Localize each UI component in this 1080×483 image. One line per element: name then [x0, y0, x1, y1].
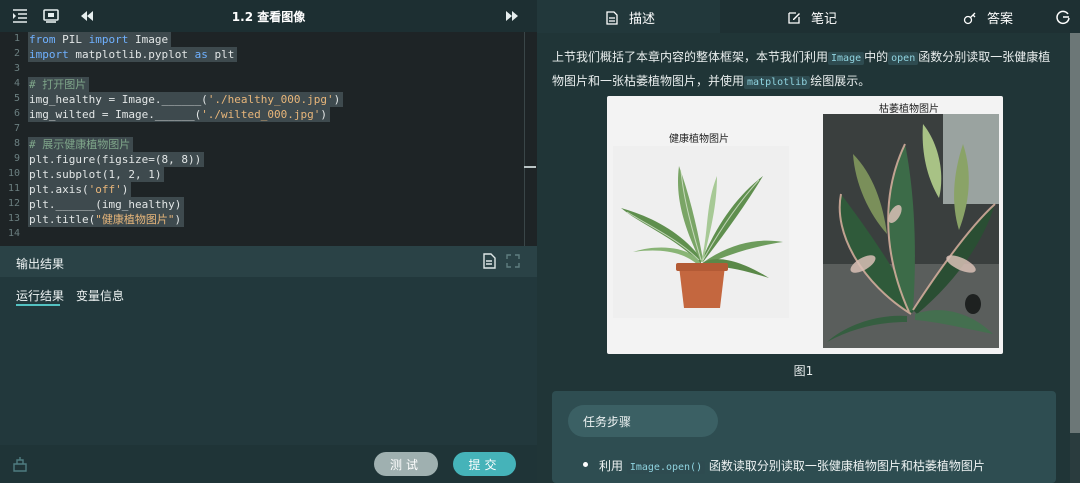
inline-code: open	[888, 52, 919, 65]
tab-run-result[interactable]: 运行结果	[16, 287, 64, 304]
test-button[interactable]: 测试	[374, 452, 438, 476]
line-number: 2	[13, 48, 20, 59]
code-line[interactable]: plt.figure(figsize=(8, 8))	[28, 152, 205, 167]
output-body: 运行结果 变量信息	[0, 277, 537, 445]
edit-icon	[788, 11, 800, 24]
code-line[interactable]	[28, 62, 35, 77]
code-line[interactable]	[28, 227, 35, 242]
code-line[interactable]: plt.axis('off')	[28, 182, 132, 197]
submit-button[interactable]: 提交	[453, 452, 516, 476]
editor-scrollbar[interactable]	[524, 32, 525, 246]
code-line[interactable]: import matplotlib.pyplot as plt	[28, 47, 238, 62]
code-line[interactable]: # 展示健康植物图片	[28, 137, 134, 152]
tab-variables[interactable]: 变量信息	[76, 287, 124, 304]
line-number: 9	[13, 153, 20, 164]
figure-caption-healthy: 健康植物图片	[669, 134, 729, 145]
document-icon	[606, 10, 618, 25]
line-number: 1	[13, 33, 20, 44]
bullet-icon	[583, 462, 588, 467]
output-title: 输出结果	[16, 257, 65, 271]
content-scrollbar-thumb[interactable]	[1070, 33, 1080, 433]
description-panel: 描述 笔记 答案 上节我们概括了本章内容的整体框架，本节我们利用 Image 中的 o…	[537, 0, 1080, 483]
code-editor[interactable]: 1 2 3 4 5 6 7 8 9 10 11 12 13 14 from PIL import Imag…	[0, 32, 537, 246]
scroll-marker	[524, 166, 536, 168]
refresh-icon[interactable]	[1054, 8, 1072, 26]
line-number: 5	[13, 93, 20, 104]
code-line[interactable]	[28, 122, 35, 137]
tab-answer[interactable]: 答案	[963, 8, 1013, 27]
line-number: 6	[13, 108, 20, 119]
tab-describe-label: 描述	[629, 12, 656, 27]
intro-text: 上节我们概括了本章内容的整体框架，本节我们利用 Image 中的 open 函数分别读取…	[552, 50, 1051, 89]
task-step-1: 利用 Image.open() 函数读取分别读取一张健康植物图片和枯萎植物图片	[599, 459, 985, 474]
figure-1: 健康植物图片 枯萎植物图片	[607, 96, 1003, 354]
wilted-plant-image	[823, 114, 999, 348]
active-tab-indicator	[16, 304, 60, 306]
inline-code: Image.open()	[626, 461, 706, 474]
tab-answer-label: 答案	[987, 12, 1014, 27]
line-number: 4	[13, 78, 20, 89]
right-tab-bar: 描述 笔记 答案	[537, 0, 1080, 33]
tab-notes[interactable]: 笔记	[787, 8, 837, 27]
build-icon[interactable]	[12, 456, 28, 472]
task-steps-box: 任务步骤 利用 Image.open() 函数读取分别读取一张健康植物图片和枯萎…	[552, 391, 1056, 483]
code-line[interactable]: img_wilted = Image.______('./wilted_000.…	[28, 107, 331, 122]
line-gutter: 1 2 3 4 5 6 7 8 9 10 11 12 13 14	[0, 32, 24, 246]
output-header: 输出结果	[0, 246, 537, 277]
line-number: 11	[7, 183, 20, 194]
code-panel: 1.2 查看图像 1 2 3 4 5 6 7 8 9 10 11 12 13 14 from PIL im…	[0, 0, 537, 483]
line-number: 10	[7, 168, 20, 179]
code-line[interactable]: # 打开图片	[28, 77, 90, 92]
line-number: 13	[7, 213, 20, 224]
line-number: 12	[7, 198, 20, 209]
line-number: 14	[7, 228, 20, 239]
document-icon[interactable]	[481, 252, 497, 270]
figure-caption-wilted: 枯萎植物图片	[879, 104, 939, 115]
next-icon[interactable]	[503, 7, 521, 25]
line-number: 3	[13, 63, 20, 74]
editor-toolbar: 1.2 查看图像	[0, 0, 537, 32]
line-number: 7	[13, 123, 20, 134]
healthy-plant-image	[613, 146, 789, 318]
tab-describe[interactable]: 描述	[605, 8, 655, 27]
key-icon	[963, 12, 976, 24]
code-line[interactable]: img_healthy = Image.______('./healthy_00…	[28, 92, 344, 107]
figure-label: 图1	[793, 364, 814, 378]
inline-code: matplotlib	[744, 76, 811, 89]
code-line[interactable]: plt.title("健康植物图片")	[28, 212, 185, 227]
code-line[interactable]: from PIL import Image	[28, 32, 172, 47]
expand-icon[interactable]	[505, 252, 521, 270]
task-steps-title: 任务步骤	[583, 415, 632, 429]
action-bar: 测试 提交	[0, 445, 537, 483]
file-title: 1.2 查看图像	[231, 10, 306, 24]
line-number: 8	[13, 138, 20, 149]
code-line[interactable]: plt.______(img_healthy)	[28, 197, 185, 212]
inline-code: Image	[828, 52, 865, 65]
code-line[interactable]: plt.subplot(1, 2, 1)	[28, 167, 165, 182]
tab-notes-label: 笔记	[811, 12, 838, 27]
